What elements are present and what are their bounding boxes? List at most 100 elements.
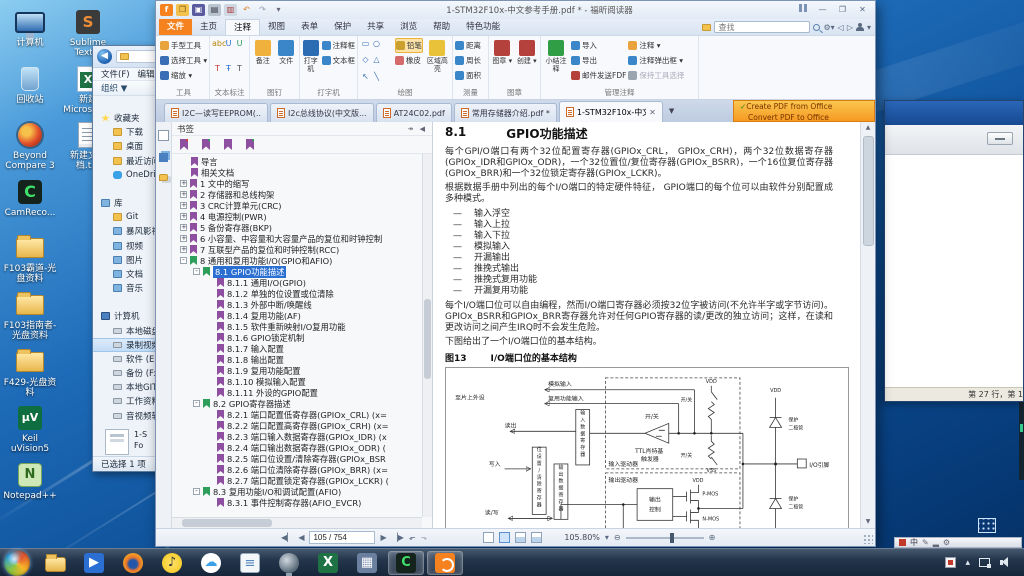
ribbon-button-导入[interactable]: 导入: [571, 38, 626, 53]
desktop-icon-Keil[interactable]: µVKeiluVision5: [2, 404, 58, 454]
textmark-glyph[interactable]: Ŧ: [223, 63, 234, 75]
ribbon-tab-特色功能[interactable]: 特色功能: [458, 19, 508, 35]
next-icon[interactable]: ▷: [847, 23, 853, 32]
ribbon-tab-共享[interactable]: 共享: [359, 19, 392, 35]
bookmark-item[interactable]: 8.1.10 模拟输入配置: [172, 376, 422, 387]
bookmark-item[interactable]: 8.1.2 单独的位设置或位清除: [172, 288, 422, 299]
last-page-icon[interactable]: ▕▶: [392, 533, 404, 542]
bookmark-item[interactable]: -8.1 GPIO功能描述: [172, 266, 422, 277]
ribbon-button-注释框[interactable]: 注释框: [322, 38, 356, 53]
textmark-glyph[interactable]: U: [234, 38, 245, 50]
ribbon-button-周长[interactable]: 周长: [455, 53, 481, 68]
taskbar-notes-app-icon[interactable]: ≡: [232, 551, 268, 575]
organize-button[interactable]: 组织 ▼: [101, 82, 127, 94]
zoom-dropdown-icon[interactable]: ▾: [605, 533, 609, 542]
zoom-in-icon[interactable]: ⊕: [709, 533, 716, 542]
bookmark-item[interactable]: 8.2.3 端口输入数据寄存器(GPIOx_IDR) (x: [172, 431, 422, 442]
bookmark-item[interactable]: 8.1.1 通用I/O(GPIO): [172, 277, 422, 288]
collapse-icon[interactable]: -: [193, 400, 200, 407]
shape-glyph[interactable]: △: [371, 54, 382, 66]
ribbon-tab-视图[interactable]: 视图: [260, 19, 293, 35]
language-bar[interactable]: 中 ✎ ▂ ⚙: [894, 537, 1022, 548]
document-tab[interactable]: 常用存储器介绍.pdf *: [454, 103, 557, 122]
search-input[interactable]: [714, 21, 810, 33]
shape-glyph[interactable]: ↖: [360, 71, 371, 83]
bookmark-item[interactable]: +4 电源控制(PWR): [172, 211, 422, 222]
editor-titlebar[interactable]: [885, 101, 1023, 125]
textmark-glyph[interactable]: U: [223, 38, 234, 50]
back-button[interactable]: ◀: [97, 49, 112, 64]
first-page-icon[interactable]: ◀▏: [281, 533, 293, 542]
bookmark-item[interactable]: 8.1.11 外设的GPIO配置: [172, 387, 422, 398]
search-folder-icon[interactable]: [702, 24, 711, 31]
menu-file[interactable]: 文件(F): [101, 68, 130, 80]
clipboard-icon[interactable]: ▥: [224, 4, 237, 16]
ribbon-button-小结注释[interactable]: 小结注释: [543, 38, 569, 87]
prev-page-icon[interactable]: ◀: [298, 533, 304, 542]
promo-popup[interactable]: ✓Create PDF from Office Convert PDF to O…: [733, 100, 875, 122]
ribbon-button-图章 ▾[interactable]: 图章 ▾: [491, 38, 514, 87]
bookmark-item[interactable]: +1 文中的缩写: [172, 178, 422, 189]
search-icon[interactable]: [813, 24, 820, 31]
bookmark-item[interactable]: 导言: [172, 156, 422, 167]
collapse-icon[interactable]: -: [180, 257, 187, 264]
desktop-grid-icon[interactable]: [978, 518, 996, 533]
document-tab[interactable]: AT24C02.pdf: [376, 103, 452, 122]
shape-glyph[interactable]: ○: [371, 38, 382, 50]
desktop-icon-CamReco...[interactable]: CCamReco...: [2, 178, 58, 218]
page-scrollbar[interactable]: ▲ ▼: [860, 122, 875, 528]
bookmark-item[interactable]: 8.1.4 复用功能(AF): [172, 310, 422, 321]
continuous-facing-icon[interactable]: [531, 532, 542, 543]
desktop-icon-计算机[interactable]: 计算机: [2, 8, 58, 48]
close-button[interactable]: ✕: [854, 4, 871, 17]
taskbar-cloud-app-icon[interactable]: ☁: [193, 551, 229, 575]
taskbar-foxit-icon[interactable]: [427, 551, 463, 575]
shape-glyph[interactable]: ▭: [360, 38, 371, 50]
collapse-icon[interactable]: -: [193, 268, 200, 275]
close-tab-icon[interactable]: ✕: [649, 108, 656, 117]
ribbon-button-邮件发送FDF[interactable]: 邮件发送FDF: [571, 68, 626, 83]
print-icon[interactable]: ▤: [208, 4, 221, 16]
expand-icon[interactable]: +: [180, 202, 187, 209]
taskbar-media-player-icon[interactable]: ▶: [76, 551, 112, 575]
desktop-icon-F103霸道-光[interactable]: F103霸道-光盘资料: [2, 234, 58, 284]
ribbon-button-备注[interactable]: 备注: [252, 38, 274, 87]
ribbon-button-区域高亮[interactable]: 区域高亮: [425, 38, 450, 87]
desktop-icon-F103指南者-[interactable]: F103指南者-光盘资料: [2, 291, 58, 341]
desktop-icon-Beyond[interactable]: BeyondCompare 3: [2, 121, 58, 171]
network-icon[interactable]: [979, 558, 991, 568]
taskbar-calculator-icon[interactable]: ▦: [349, 551, 385, 575]
save-icon[interactable]: ▣: [192, 4, 205, 16]
taskbar-qq-music-icon[interactable]: ♪: [154, 551, 190, 575]
ribbon-tab-注释[interactable]: 注释: [225, 19, 260, 35]
ribbon-tab-表单[interactable]: 表单: [293, 19, 326, 35]
scroll-up-icon[interactable]: ▲: [861, 122, 875, 134]
ime-pen-icon[interactable]: ✎: [922, 538, 929, 547]
taskbar-explorer-icon[interactable]: [37, 551, 73, 575]
bookmarks-panel-icon[interactable]: [158, 130, 169, 141]
bookmark-item[interactable]: 8.1.8 输出配置: [172, 354, 422, 365]
panel-collapse-icon[interactable]: ↠ ◀: [408, 125, 427, 133]
continuous-page-icon[interactable]: [499, 532, 510, 543]
document-tab[interactable]: 1-STM32F10x-中文...✕: [559, 101, 663, 122]
ribbon-button-导出[interactable]: 导出: [571, 53, 626, 68]
bookmarks-hscrollbar[interactable]: [172, 517, 422, 528]
bookmark-item[interactable]: 8.1.6 GPIO锁定机制: [172, 332, 422, 343]
gear-icon[interactable]: ⚙▾: [823, 23, 834, 32]
account-icon[interactable]: [856, 23, 864, 32]
ribbon-button-缩放 ▾[interactable]: 缩放 ▾: [160, 68, 207, 83]
ribbon-tab-主页[interactable]: 主页: [192, 19, 225, 35]
bookmark-item[interactable]: -8 通用和复用功能I/O(GPIO和AFIO): [172, 255, 422, 266]
qat-dropdown-icon[interactable]: ▾: [272, 4, 285, 16]
taskbar-excel-icon[interactable]: X: [310, 551, 346, 575]
layout-switch-icon[interactable]: [794, 4, 811, 17]
ribbon-button-手型工具[interactable]: 手型工具: [160, 38, 207, 53]
bookmark-item[interactable]: 8.2.5 端口位设置/清除寄存器(GPIOx_BSR: [172, 453, 422, 464]
minimize-button[interactable]: [987, 132, 1013, 145]
single-page-icon[interactable]: [483, 532, 494, 543]
ribbon-button-文本框[interactable]: 文本框: [322, 53, 356, 68]
ribbon-button-文件[interactable]: 文件: [276, 38, 298, 87]
ribbon-button-打字机[interactable]: 打字机: [302, 38, 320, 87]
expand-icon[interactable]: +: [180, 246, 187, 253]
ribbon-button-注释 ▾[interactable]: 注释 ▾: [628, 38, 684, 53]
